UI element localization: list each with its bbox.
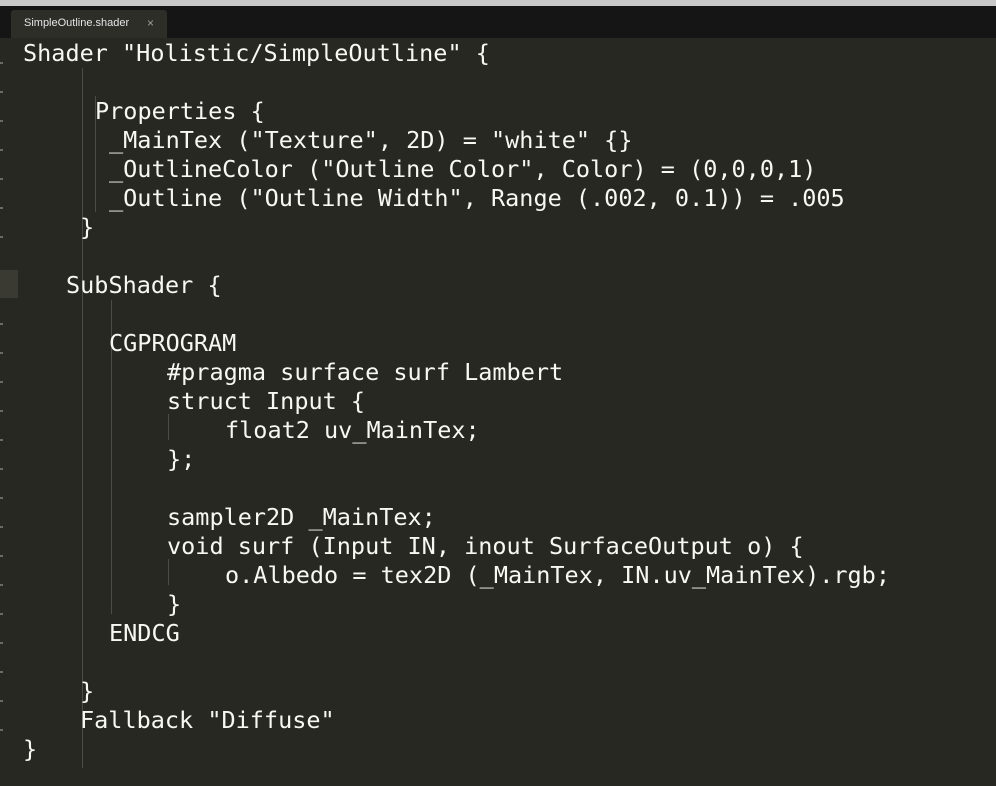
code-line: _MainTex ("Texture", 2D) = "white" {} bbox=[109, 126, 633, 154]
code-line: struct Input { bbox=[167, 387, 366, 415]
code-line: _OutlineColor ("Outline Color", Color) =… bbox=[109, 155, 817, 183]
code-line: o.Albedo = tex2D (_MainTex, IN.uv_MainTe… bbox=[225, 561, 890, 589]
code-line: CGPROGRAM bbox=[109, 329, 237, 357]
code-line: #pragma surface surf Lambert bbox=[167, 358, 564, 386]
code-line: } bbox=[80, 677, 95, 705]
code-line: void surf (Input IN, inout SurfaceOutput… bbox=[167, 532, 804, 560]
tab-simpleoutline-shader[interactable]: SimpleOutline.shader × bbox=[11, 10, 167, 38]
code-line: Properties { bbox=[95, 97, 265, 125]
code-line: Shader "Holistic/SimpleOutline" { bbox=[23, 39, 490, 67]
close-icon[interactable]: × bbox=[147, 16, 154, 30]
code-line: } bbox=[167, 590, 182, 618]
code-line: sampler2D _MainTex; bbox=[167, 503, 436, 531]
code-line: ENDCG bbox=[109, 619, 180, 647]
code-editor[interactable]: Shader "Holistic/SimpleOutline" { Proper… bbox=[0, 38, 996, 786]
code-line-current: SubShader { bbox=[66, 271, 222, 300]
code-line: }; bbox=[167, 445, 196, 473]
code-line: _Outline ("Outline Width", Range (.002, … bbox=[109, 184, 845, 212]
code-line: Fallback "Diffuse" bbox=[80, 706, 335, 734]
tab-bar: SimpleOutline.shader × bbox=[0, 6, 996, 38]
code-line-text: SubShader { bbox=[66, 271, 222, 299]
code-content[interactable]: Shader "Holistic/SimpleOutline" { Proper… bbox=[0, 38, 996, 786]
tab-label: SimpleOutline.shader bbox=[24, 17, 130, 29]
code-line: } bbox=[80, 213, 95, 241]
code-line: } bbox=[23, 735, 38, 763]
code-line: float2 uv_MainTex; bbox=[225, 416, 480, 444]
